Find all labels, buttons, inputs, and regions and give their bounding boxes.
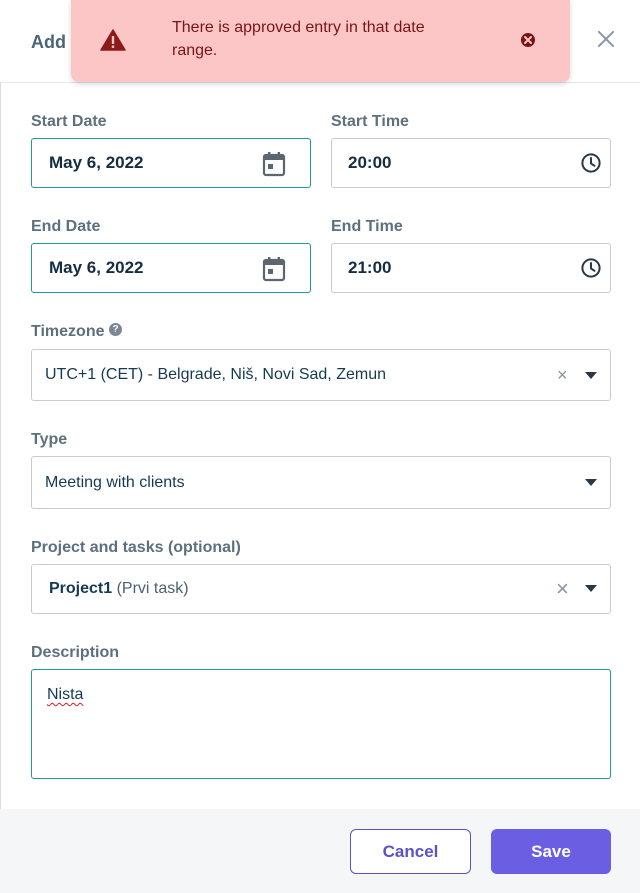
close-circle-icon[interactable] <box>520 32 536 48</box>
chevron-down-icon[interactable] <box>585 479 597 486</box>
start-date-field[interactable]: May 6, 2022 <box>31 138 311 188</box>
start-date-label: Start Date <box>31 113 107 130</box>
clock-icon[interactable] <box>580 257 602 279</box>
end-time-field[interactable]: 21:00 <box>331 243 611 293</box>
type-select[interactable]: Meeting with clients <box>31 456 611 509</box>
timezone-value: UTC+1 (CET) - Belgrade, Niš, Novi Sad, Z… <box>45 366 386 383</box>
clock-icon[interactable] <box>580 152 602 174</box>
project-label: Project and tasks (optional) <box>31 539 241 556</box>
end-date-value: May 6, 2022 <box>49 258 144 277</box>
task-name: (Prvi task) <box>116 580 189 597</box>
clear-icon[interactable]: × <box>556 578 569 600</box>
project-value: Project1 (Prvi task) <box>49 580 189 598</box>
timezone-label: Timezone <box>31 323 105 340</box>
cancel-button[interactable]: Cancel <box>350 829 471 874</box>
modal-footer: Cancel Save <box>0 809 640 893</box>
start-time-field[interactable]: 20:00 <box>331 138 611 188</box>
error-toast: There is approved entry in that date ran… <box>71 0 570 82</box>
description-label: Description <box>31 644 120 661</box>
project-name: Project1 <box>49 580 113 597</box>
description-textarea[interactable]: Nista <box>31 669 611 779</box>
start-time-label: Start Time <box>331 113 409 130</box>
toast-message: There is approved entry in that date ran… <box>172 19 425 59</box>
warning-icon <box>100 29 126 51</box>
end-date-label: End Date <box>31 218 101 235</box>
description-value: Nista <box>47 686 84 703</box>
end-time-label: End Time <box>331 218 403 235</box>
calendar-icon[interactable] <box>262 151 286 177</box>
end-time-value: 21:00 <box>348 258 392 277</box>
type-label: Type <box>31 431 68 448</box>
close-icon[interactable] <box>592 26 620 54</box>
chevron-down-icon[interactable] <box>585 372 597 379</box>
save-button[interactable]: Save <box>491 829 611 874</box>
clear-icon[interactable]: × <box>557 366 568 384</box>
start-date-value: May 6, 2022 <box>49 153 144 172</box>
calendar-icon[interactable] <box>262 256 286 282</box>
start-time-value: 20:00 <box>348 153 392 172</box>
end-date-field[interactable]: May 6, 2022 <box>31 243 311 293</box>
modal-title: Add <box>31 32 66 52</box>
chevron-down-icon[interactable] <box>585 585 597 592</box>
type-value: Meeting with clients <box>45 474 185 491</box>
question-icon[interactable]: ? <box>109 323 122 336</box>
timezone-select[interactable]: UTC+1 (CET) - Belgrade, Niš, Novi Sad, Z… <box>31 349 611 401</box>
project-select[interactable]: Project1 (Prvi task) × <box>31 564 611 614</box>
modal-edge <box>0 0 1 893</box>
